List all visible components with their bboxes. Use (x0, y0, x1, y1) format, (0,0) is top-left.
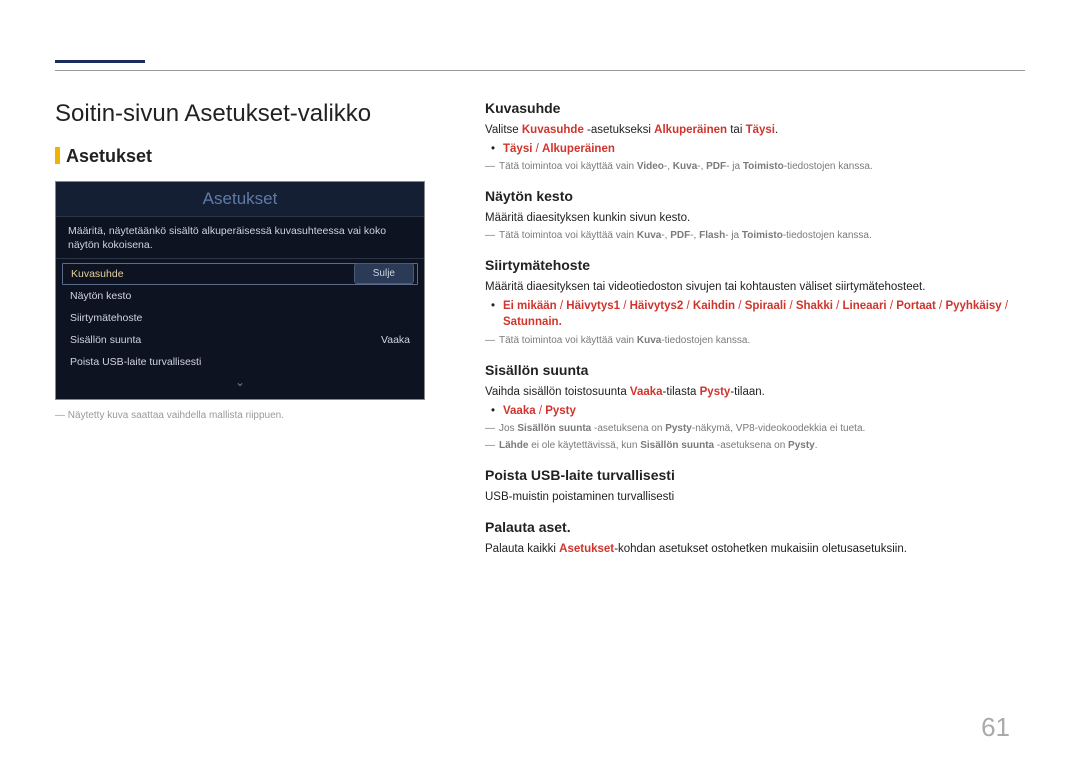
note-text: Jos Sisällön suunta -asetuksena on Pysty… (485, 422, 1025, 436)
bullet-text: Ei mikään / Häivytys1 / Häivytys2 / Kaih… (485, 298, 1025, 330)
note-text: Tätä toimintoa voi käyttää vain Kuva-tie… (485, 334, 1025, 348)
page-title: Soitin-sivun Asetukset-valikko (55, 100, 425, 128)
body-text: Palauta kaikki Asetukset-kohdan asetukse… (485, 541, 1025, 557)
section-heading: Sisällön suunta (485, 362, 1025, 378)
embedded-ui-screenshot: Asetukset Määritä, näytetäänkö sisältö a… (55, 181, 425, 400)
scr-item[interactable]: Sisällön suunta Vaaka (56, 329, 424, 351)
scr-item[interactable]: Poista USB-laite turvallisesti (56, 351, 424, 373)
note-text: Tätä toimintoa voi käyttää vain Kuva-, P… (485, 229, 1025, 243)
note-text: Lähde ei ole käytettävissä, kun Sisällön… (485, 439, 1025, 453)
bullet-text: Vaaka / Pysty (485, 403, 1025, 419)
page: Soitin-sivun Asetukset-valikko Asetukset… (0, 0, 1080, 560)
section-heading: Siirtymätehoste (485, 257, 1025, 273)
body-text: USB-muistin poistaminen turvallisesti (485, 489, 1025, 505)
header-rule (55, 70, 1025, 71)
section-heading: Poista USB-laite turvallisesti (485, 467, 1025, 483)
bullet-text: Täysi / Alkuperäinen (485, 141, 1025, 157)
scr-item-label: Sisällön suunta (70, 334, 141, 346)
header-accent-bar (55, 60, 145, 63)
body-text: Määritä diaesityksen kunkin sivun kesto. (485, 210, 1025, 226)
right-column: Kuvasuhde Valitse Kuvasuhde -asetukseksi… (485, 100, 1025, 560)
scr-body: Sulje Kuvasuhde Näytön kesto Siirtymäteh… (56, 259, 424, 399)
scr-description: Määritä, näytetäänkö sisältö alkuperäise… (56, 217, 424, 259)
image-caption: Näytetty kuva saattaa vaihdella mallista… (55, 410, 425, 421)
body-text: Määritä diaesityksen tai videotiedoston … (485, 279, 1025, 295)
close-button[interactable]: Sulje (354, 263, 414, 284)
scr-item[interactable]: Siirtymätehoste (56, 307, 424, 329)
note-text: Tätä toimintoa voi käyttää vain Video-, … (485, 160, 1025, 174)
left-column: Soitin-sivun Asetukset-valikko Asetukset… (55, 100, 425, 560)
section-subtitle: Asetukset (55, 146, 425, 167)
body-text: Valitse Kuvasuhde -asetukseksi Alkuperäi… (485, 122, 1025, 138)
section-heading: Palauta aset. (485, 519, 1025, 535)
page-number: 61 (981, 712, 1010, 743)
scr-item[interactable]: Näytön kesto (56, 285, 424, 307)
scr-title: Asetukset (56, 182, 424, 217)
scr-item-value: Vaaka (381, 334, 410, 346)
body-text: Vaihda sisällön toistosuunta Vaaka-tilas… (485, 384, 1025, 400)
chevron-down-icon[interactable]: ⌄ (56, 373, 424, 393)
section-heading: Kuvasuhde (485, 100, 1025, 116)
section-heading: Näytön kesto (485, 188, 1025, 204)
